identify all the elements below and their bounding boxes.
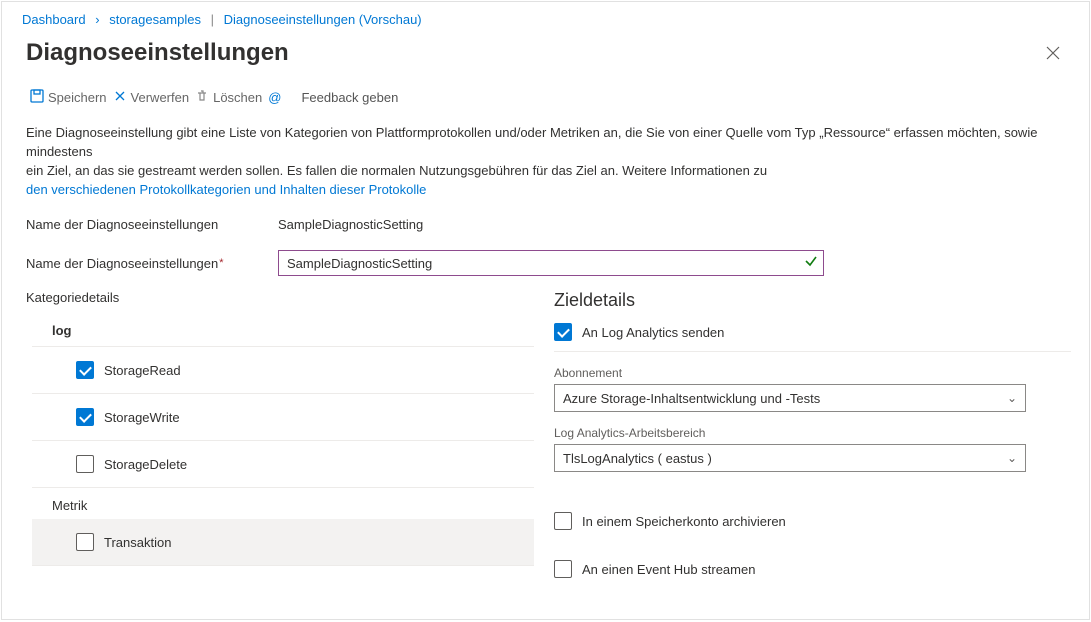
breadcrumb: Dashboard › storagesamples | Diagnoseein… [2,2,1089,33]
stream-eventhub-checkbox[interactable] [554,560,572,578]
diagnostic-name-input[interactable] [278,250,824,276]
breadcrumb-resource[interactable]: storagesamples [109,12,201,27]
toolbar: Speichern Verwerfen Löschen @ Feedback g… [2,81,1089,118]
storagedelete-label: StorageDelete [104,457,187,472]
archive-storage-checkbox[interactable] [554,512,572,530]
feedback-button[interactable]: Feedback geben [301,90,398,105]
discard-button[interactable]: Verwerfen [111,87,192,108]
chevron-right-icon: › [89,12,105,27]
metric-transaction-row[interactable]: Transaktion [32,519,534,566]
log-storageread-row[interactable]: StorageRead [32,347,534,394]
trash-icon [195,89,209,106]
desc-link[interactable]: den verschiedenen Protokollkategorien un… [26,182,426,197]
send-log-analytics-label: An Log Analytics senden [582,325,724,340]
workspace-label: Log Analytics-Arbeitsbereich [554,426,1071,440]
archive-storage-label: In einem Speicherkonto archivieren [582,514,786,529]
delete-button[interactable]: Löschen [193,87,264,108]
discard-icon [113,89,127,106]
log-storagedelete-row[interactable]: StorageDelete [32,441,534,488]
separator-pipe: | [205,12,220,27]
archive-storage-row[interactable]: In einem Speicherkonto archivieren [554,512,1071,530]
desc-line2: ein Ziel, an das sie gestreamt werden so… [26,163,767,178]
validation-check-icon [804,254,818,271]
log-group-header: log [32,315,534,347]
name-label-display: Name der Diagnoseeinstellungen [26,217,278,232]
delete-label: Löschen [213,90,262,105]
chevron-down-icon: ⌄ [1007,391,1017,405]
desc-line1: Eine Diagnoseeinstellung gibt eine Liste… [26,125,1037,159]
subscription-select[interactable]: Azure Storage-Inhaltsentwicklung und -Te… [554,384,1026,412]
name-label-input: Name der Diagnoseeinstellungen* [26,256,278,271]
save-button[interactable]: Speichern [28,87,109,108]
transaction-checkbox[interactable] [76,533,94,551]
storagewrite-checkbox[interactable] [76,408,94,426]
discard-label: Verwerfen [131,90,190,105]
breadcrumb-dashboard[interactable]: Dashboard [22,12,86,27]
breadcrumb-current: Diagnoseeinstellungen (Vorschau) [224,12,422,27]
subscription-value: Azure Storage-Inhaltsentwicklung und -Te… [563,391,820,406]
description: Eine Diagnoseeinstellung gibt eine Liste… [2,118,1089,199]
stream-eventhub-label: An einen Event Hub streamen [582,562,755,577]
log-storagewrite-row[interactable]: StorageWrite [32,394,534,441]
metric-group-header: Metrik [32,488,534,519]
storageread-label: StorageRead [104,363,181,378]
storagedelete-checkbox[interactable] [76,455,94,473]
page-title: Diagnoseeinstellungen [26,39,289,67]
stream-eventhub-row[interactable]: An einen Event Hub streamen [554,560,1071,578]
subscription-label: Abonnement [554,366,1071,380]
close-button[interactable] [1037,37,1069,69]
workspace-value: TlsLogAnalytics ( eastus ) [563,451,712,466]
destination-details-title: Zieldetails [554,290,1071,311]
save-label: Speichern [48,90,107,105]
storagewrite-label: StorageWrite [104,410,180,425]
close-icon [1046,46,1060,60]
name-value-display: SampleDiagnosticSetting [278,217,423,232]
chevron-down-icon: ⌄ [1007,451,1017,465]
category-details-title: Kategoriedetails [26,290,534,305]
transaction-label: Transaktion [104,535,171,550]
workspace-select[interactable]: TlsLogAnalytics ( eastus ) ⌄ [554,444,1026,472]
save-icon [30,89,44,106]
at-icon: @ [268,90,281,105]
storageread-checkbox[interactable] [76,361,94,379]
send-log-analytics-checkbox[interactable] [554,323,572,341]
